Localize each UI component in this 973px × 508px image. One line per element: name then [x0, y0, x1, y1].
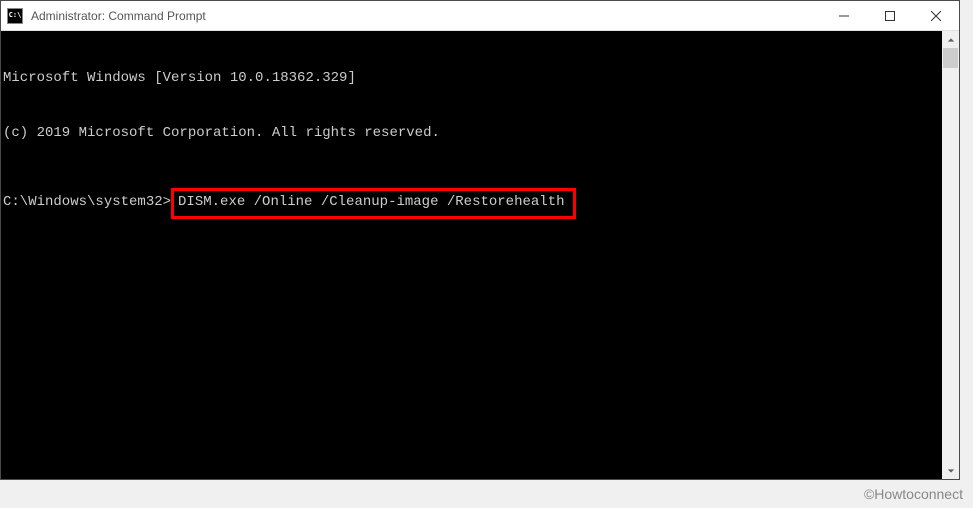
terminal-area: Microsoft Windows [Version 10.0.18362.32…	[1, 31, 959, 479]
minimize-icon	[839, 11, 849, 21]
chevron-up-icon	[947, 36, 955, 44]
window-controls	[821, 1, 959, 30]
maximize-icon	[885, 11, 895, 21]
maximize-button[interactable]	[867, 1, 913, 30]
prompt-prefix: C:\Windows\system32>	[3, 193, 171, 211]
minimize-button[interactable]	[821, 1, 867, 30]
close-icon	[931, 11, 941, 21]
titlebar[interactable]: C:\ Administrator: Command Prompt	[1, 1, 959, 31]
cmd-icon: C:\	[7, 8, 23, 24]
window-title: Administrator: Command Prompt	[31, 9, 821, 23]
scroll-down-button[interactable]	[942, 462, 959, 479]
command-prompt-window: C:\ Administrator: Command Prompt Micros…	[0, 0, 960, 480]
scroll-thumb[interactable]	[943, 48, 958, 68]
cmd-icon-text: C:\	[9, 12, 22, 19]
close-button[interactable]	[913, 1, 959, 30]
watermark-text: ©Howtoconnect	[864, 486, 963, 502]
scroll-up-button[interactable]	[942, 31, 959, 48]
scrollbar-vertical[interactable]	[942, 31, 959, 479]
highlighted-command: DISM.exe /Online /Cleanup-image /Restore…	[171, 188, 575, 219]
terminal-output-line: Microsoft Windows [Version 10.0.18362.32…	[3, 69, 942, 87]
terminal-content[interactable]: Microsoft Windows [Version 10.0.18362.32…	[1, 31, 942, 479]
terminal-output-line: (c) 2019 Microsoft Corporation. All righ…	[3, 124, 942, 142]
prompt-line: C:\Windows\system32>DISM.exe /Online /Cl…	[3, 193, 942, 219]
chevron-down-icon	[947, 467, 955, 475]
